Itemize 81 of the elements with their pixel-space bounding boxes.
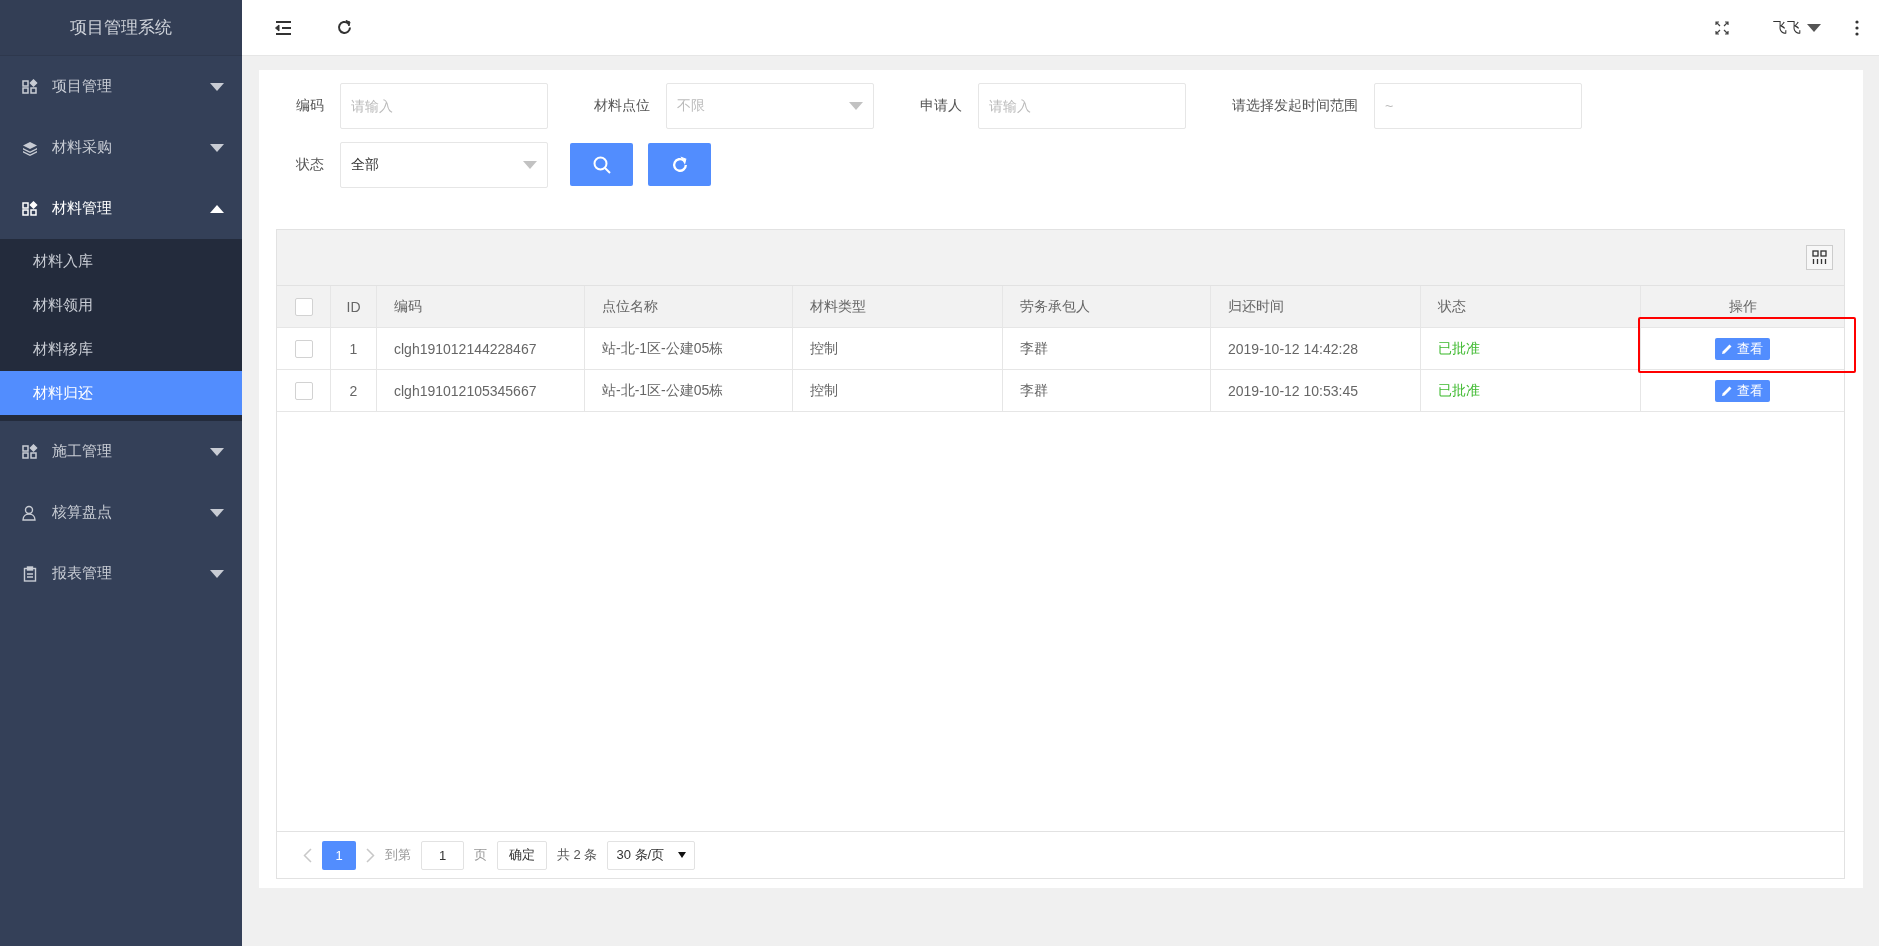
table-cell: 李群 (1020, 339, 1048, 358)
grid-icon (22, 200, 38, 217)
caret-icon (678, 852, 687, 858)
page-unit-label: 页 (474, 846, 487, 864)
table-cell: 控制 (810, 381, 838, 400)
filter-label: 申请人 (919, 96, 963, 115)
filter-label: 材料点位 (593, 96, 651, 115)
refresh-icon (670, 155, 689, 174)
reset-button[interactable] (648, 143, 711, 186)
column-header: 劳务承包人 (1020, 297, 1090, 316)
caret-icon (210, 508, 224, 517)
filter-label: 编码 (295, 96, 325, 115)
table-cell: 2 (349, 382, 358, 399)
filter-label: 状态 (295, 155, 325, 174)
column-settings-button[interactable] (1806, 245, 1833, 270)
caret-icon (210, 204, 224, 213)
page-number-input[interactable]: 1 (421, 840, 464, 870)
column-header: 点位名称 (602, 297, 658, 316)
caret-icon (210, 569, 224, 578)
column-header: 操作 (1728, 297, 1757, 316)
grid-icon (22, 78, 38, 95)
total-count: 共 2 条 (557, 846, 598, 864)
table-cell: 站-北-1区-公建05栋 (602, 339, 724, 358)
table-cell: 2019-10-12 14:42:28 (1228, 340, 1358, 357)
sidebar-menu-item[interactable]: 项目管理 (0, 56, 242, 117)
column-header: ID (346, 298, 361, 315)
column-header: 材料类型 (810, 297, 866, 316)
table-cell: 2019-10-12 10:53:45 (1228, 382, 1358, 399)
caret-icon (210, 82, 224, 91)
table-cell: clgh191012144228467 (394, 340, 537, 357)
layers-icon (22, 139, 38, 156)
status-text: 已批准 (1438, 339, 1480, 358)
previous-page-icon[interactable] (303, 847, 312, 863)
fullscreen-icon[interactable] (1715, 20, 1729, 35)
sidebar-menu-item[interactable]: 核算盘点 (0, 482, 242, 543)
columns-icon (1812, 250, 1827, 265)
search-button[interactable] (570, 143, 633, 186)
table-cell: 李群 (1020, 381, 1048, 400)
confirm-button[interactable]: 确定 (497, 840, 547, 870)
sidebar-menu-item[interactable]: 报表管理 (0, 543, 242, 604)
column-header: 状态 (1438, 297, 1466, 316)
search-icon (591, 154, 612, 175)
sidebar-menu-item[interactable]: 材料管理 (0, 178, 242, 239)
next-page-icon[interactable] (366, 847, 375, 863)
status-text: 已批准 (1438, 381, 1480, 400)
more-icon[interactable] (1855, 19, 1859, 36)
pencil-icon (1722, 385, 1732, 396)
submenu-item[interactable]: 材料入库 (0, 239, 242, 283)
caret-icon (523, 160, 537, 169)
table-cell: 1 (349, 340, 358, 357)
page-size-select[interactable]: 30 条/页 (607, 840, 696, 870)
pencil-icon (1722, 343, 1732, 354)
caret-icon (1807, 23, 1821, 32)
refresh-icon[interactable] (336, 19, 353, 36)
app-title: 项目管理系统 (70, 17, 172, 39)
caret-icon (210, 143, 224, 152)
user-menu[interactable]: 飞飞 (1773, 18, 1821, 37)
caret-icon (849, 101, 863, 110)
select-all-checkbox[interactable] (294, 297, 313, 316)
table-cell: 控制 (810, 339, 838, 358)
collapse-menu-icon[interactable] (274, 19, 292, 36)
sidebar-menu-item[interactable]: 施工管理 (0, 421, 242, 482)
clipboard-icon (22, 565, 38, 582)
sidebar-menu-item[interactable]: 材料采购 (0, 117, 242, 178)
column-header: 编码 (394, 297, 422, 316)
text-input-field[interactable]: 请输入 (340, 82, 548, 129)
caret-icon (210, 447, 224, 456)
grid-icon (22, 443, 38, 460)
select-field[interactable]: 全部 (340, 141, 548, 188)
goto-label: 到第 (385, 846, 411, 864)
row-checkbox[interactable] (294, 381, 313, 400)
date-range-field[interactable]: ~ (1374, 82, 1582, 129)
row-checkbox[interactable] (294, 339, 313, 358)
user-icon (22, 504, 38, 521)
column-header: 归还时间 (1228, 297, 1284, 316)
text-input-field[interactable]: 请输入 (978, 82, 1186, 129)
submenu-item[interactable]: 材料移库 (0, 327, 242, 371)
table-cell: clgh191012105345667 (394, 382, 537, 399)
submenu-item[interactable]: 材料领用 (0, 283, 242, 327)
table-cell: 站-北-1区-公建05栋 (602, 381, 724, 400)
filter-label: 请选择发起时间范围 (1231, 96, 1359, 115)
